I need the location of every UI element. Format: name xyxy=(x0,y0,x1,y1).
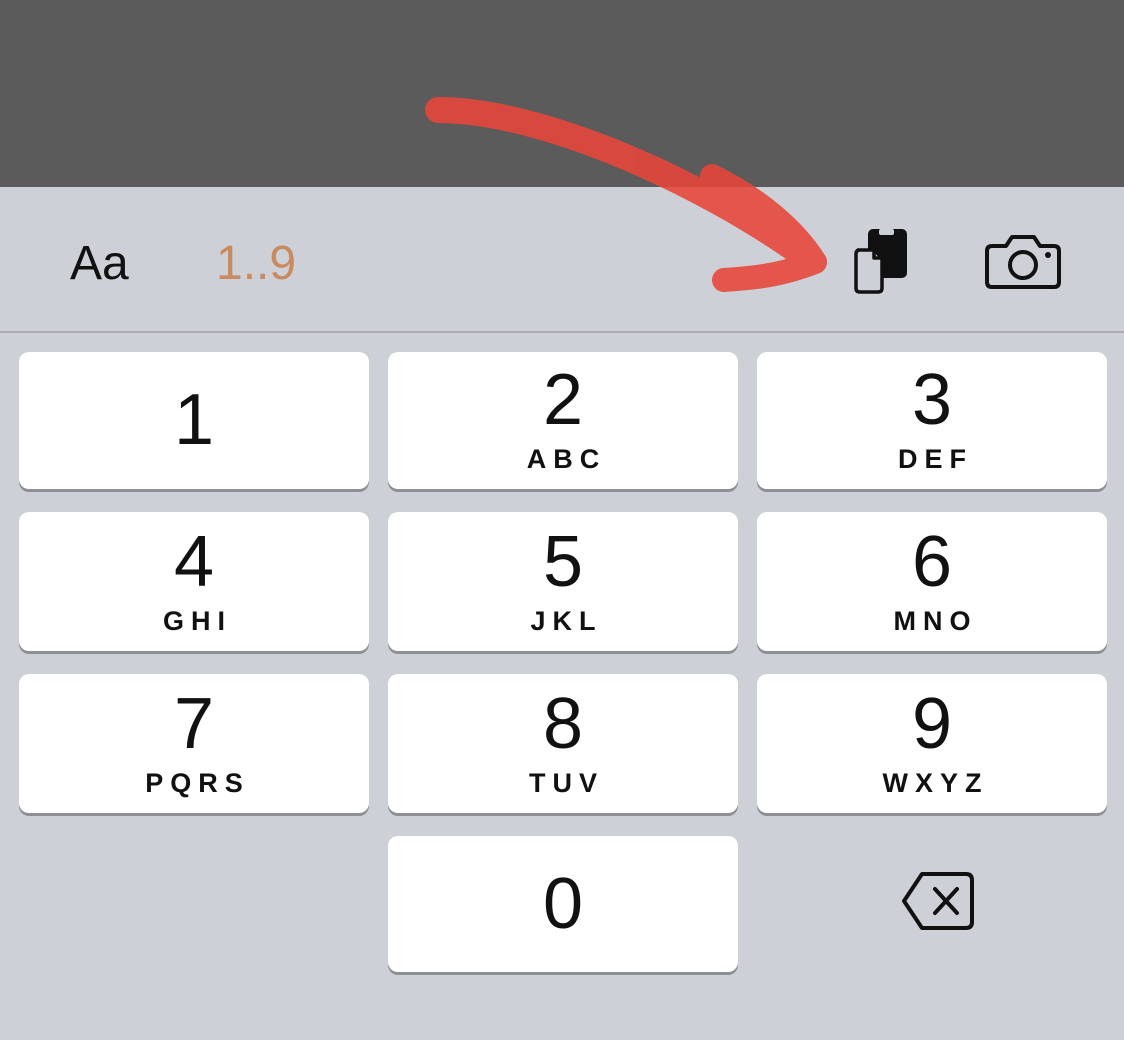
key-digit: 4 xyxy=(173,522,215,602)
key-6[interactable]: 6 MNO xyxy=(757,512,1107,651)
camera-icon[interactable] xyxy=(984,232,1062,292)
key-digit: 2 xyxy=(542,360,584,440)
key-3[interactable]: 3 DEF xyxy=(757,352,1107,489)
keyboard-screen: Aa 1..9 1 2 ABC 3 DEF 4 GHI 5 JKL 6 MNO 7 PQRS 8 TUV 9 W… xyxy=(0,0,1124,1040)
key-letters: TUV xyxy=(529,768,604,798)
text-mode-button[interactable]: Aa xyxy=(70,232,129,296)
key-letters: MNO xyxy=(893,606,978,636)
key-letters: PQRS xyxy=(145,768,250,798)
key-letters: GHI xyxy=(162,606,232,636)
number-mode-button[interactable]: 1..9 xyxy=(216,232,296,296)
keyboard-toolbar xyxy=(0,187,1124,331)
key-letters: ABC xyxy=(526,444,607,474)
key-letters: JKL xyxy=(530,606,603,636)
clipboard-paste-icon[interactable] xyxy=(852,226,912,296)
key-2[interactable]: 2 ABC xyxy=(388,352,738,489)
key-digit: 0 xyxy=(542,864,584,944)
key-digit: 7 xyxy=(173,684,215,764)
key-5[interactable]: 5 JKL xyxy=(388,512,738,651)
key-digit: 8 xyxy=(542,684,584,764)
key-digit: 6 xyxy=(911,522,953,602)
key-4[interactable]: 4 GHI xyxy=(19,512,369,651)
toolbar-divider xyxy=(0,331,1124,333)
key-letters: DEF xyxy=(898,444,973,474)
key-1[interactable]: 1 xyxy=(19,352,369,489)
key-digit: 9 xyxy=(911,684,953,764)
key-letters: WXYZ xyxy=(882,768,989,798)
key-digit: 5 xyxy=(542,522,584,602)
key-8[interactable]: 8 TUV xyxy=(388,674,738,813)
key-0[interactable]: 0 xyxy=(388,836,738,972)
backspace-icon[interactable] xyxy=(900,870,976,932)
key-digit: 1 xyxy=(173,380,215,460)
dimmed-content-area xyxy=(0,0,1124,187)
key-digit: 3 xyxy=(911,360,953,440)
key-7[interactable]: 7 PQRS xyxy=(19,674,369,813)
key-9[interactable]: 9 WXYZ xyxy=(757,674,1107,813)
